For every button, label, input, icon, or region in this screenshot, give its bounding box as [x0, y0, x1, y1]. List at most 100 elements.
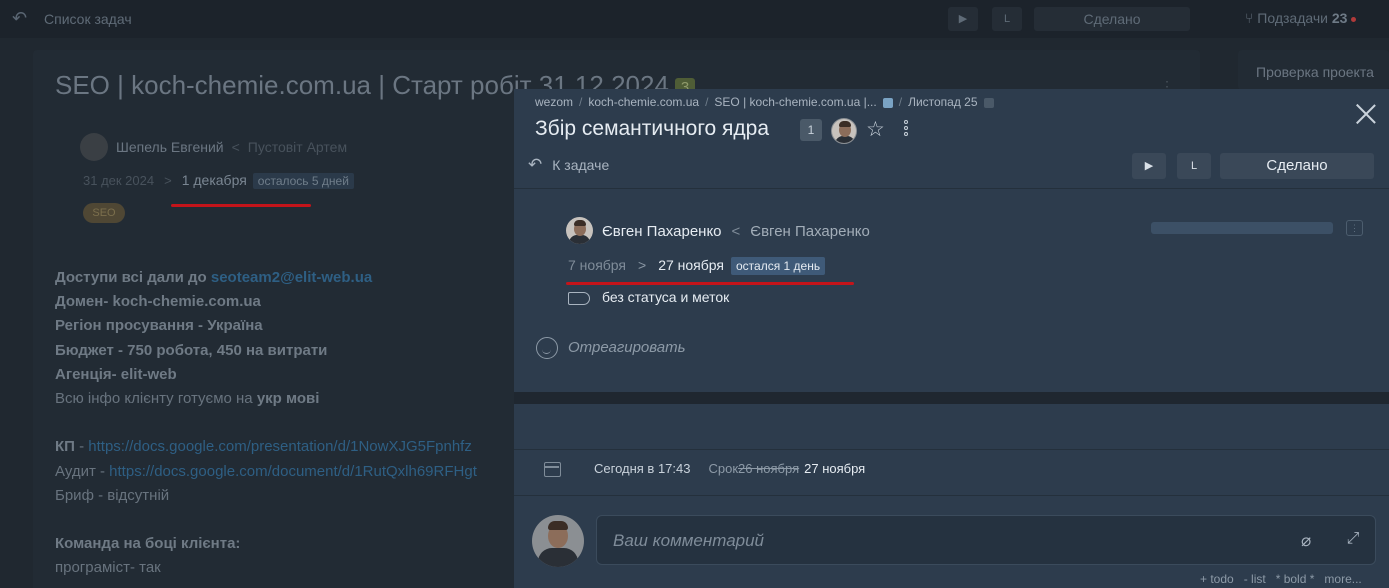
- breadcrumb-item[interactable]: SEO | koch-chemie.com.ua |...: [714, 95, 876, 109]
- due-date[interactable]: 27 ноября: [658, 257, 724, 273]
- progress-bar[interactable]: [1151, 222, 1333, 234]
- subtasks-count: 23: [1331, 10, 1348, 26]
- activity-log-entry: Сегодня в 17:43 Срок26 ноября 27 ноября: [544, 461, 866, 478]
- more-vertical-icon[interactable]: [903, 120, 909, 140]
- close-icon[interactable]: [1355, 103, 1377, 125]
- react-button[interactable]: Отреагировать: [536, 337, 686, 359]
- notification-dot: [1351, 16, 1357, 22]
- description-line: Бриф - відсутній: [55, 484, 515, 508]
- breadcrumb-item[interactable]: Листопад 25: [908, 95, 977, 109]
- task-description: Доступи всі дали до seoteam2@elit-web.ua…: [55, 266, 515, 580]
- description-line: Бюджет - 750 робота, 450 на витрати: [55, 339, 515, 363]
- breadcrumb-item[interactable]: koch-chemie.com.ua: [588, 95, 699, 109]
- collaborator-name[interactable]: Пустовіт Артем: [248, 139, 347, 155]
- assignee-avatar[interactable]: [831, 118, 857, 144]
- description-line: Всю інфо клієнту готуємо на укр мові: [55, 387, 515, 411]
- assignee-avatar[interactable]: [566, 217, 593, 244]
- breadcrumb: wezom / koch-chemie.com.ua / SEO | koch-chem…: [535, 95, 994, 109]
- description-text: укр мові: [256, 389, 320, 407]
- play-button[interactable]: ▶: [948, 7, 978, 31]
- start-date[interactable]: 31 дек 2024: [83, 173, 154, 188]
- current-user-avatar: [532, 515, 584, 567]
- owner-row: Шепель Евгений < Пустовіт Артем: [116, 139, 347, 155]
- description-link[interactable]: https://docs.google.com/document/d/1RutQ…: [109, 463, 477, 480]
- timer-button[interactable]: L: [1177, 153, 1211, 179]
- breadcrumb-item[interactable]: wezom: [535, 95, 573, 109]
- description-text: Регіон просування - Україна: [55, 317, 263, 335]
- remaining-badge: осталось 5 дней: [252, 173, 354, 189]
- log-old-date: 26 ноября: [738, 461, 800, 476]
- date-arrow: >: [638, 257, 647, 273]
- subtask-modal: wezom / koch-chemie.com.ua / SEO | koch-chem…: [514, 89, 1389, 588]
- description-text: Команда на боці клієнта:: [55, 535, 241, 553]
- description-text: Бриф - відсутній: [55, 486, 170, 504]
- modal-title[interactable]: Збір семантичного ядра: [535, 117, 769, 141]
- due-date[interactable]: 1 декабря: [182, 172, 247, 188]
- format-hint: * bold *: [1275, 572, 1315, 586]
- owner-name[interactable]: Шепель Евгений: [116, 139, 224, 155]
- description-text: Доступи всі дали до: [55, 269, 211, 286]
- start-date[interactable]: 7 ноября: [568, 257, 626, 273]
- description-text: КП: [55, 438, 75, 456]
- checklist-icon[interactable]: ⋮: [1346, 220, 1363, 236]
- comment-placeholder: Ваш комментарий: [613, 531, 765, 550]
- done-button[interactable]: Сделано: [1034, 7, 1190, 31]
- less-than-separator: <: [731, 223, 741, 240]
- log-label: Срок: [708, 461, 739, 476]
- description-text: Домен- koch-chemie.com.ua: [55, 293, 261, 311]
- section-divider: [514, 449, 1389, 450]
- task-list-link[interactable]: Список задач: [44, 11, 132, 27]
- color-square-icon: [983, 97, 994, 108]
- subtask-count-badge: 1: [800, 119, 822, 141]
- subtasks-link[interactable]: ⑂ Подзадачи 23: [1245, 10, 1357, 26]
- format-hint[interactable]: more...: [1324, 572, 1361, 586]
- description-link[interactable]: seoteam2@elit-web.ua: [211, 269, 372, 286]
- star-icon[interactable]: ☆: [866, 119, 885, 141]
- right-card-title: Проверка проекта: [1256, 64, 1374, 80]
- done-button[interactable]: Сделано: [1220, 153, 1374, 179]
- less-than-separator: <: [231, 139, 240, 155]
- timer-button[interactable]: L: [992, 7, 1022, 31]
- paperclip-icon[interactable]: ⌀: [1301, 531, 1311, 551]
- collaborator-name[interactable]: Євген Пахаренко: [750, 223, 870, 240]
- calendar-icon: [544, 462, 561, 478]
- description-line: [55, 508, 515, 532]
- status-row[interactable]: без статуса и меток: [568, 289, 729, 305]
- description-text: Агенція- elit-web: [55, 365, 177, 383]
- back-to-task-link[interactable]: ↶ К задаче: [528, 155, 609, 175]
- description-line: Агенція- elit-web: [55, 363, 515, 387]
- tag-icon: [568, 291, 590, 305]
- subtasks-label: Подзадачи: [1257, 10, 1328, 26]
- owner-avatar: [80, 133, 108, 161]
- back-to-task-label: К задаче: [552, 157, 610, 173]
- breadcrumb-separator: /: [579, 95, 583, 109]
- format-hint: + todo: [1200, 572, 1234, 586]
- smile-icon: [536, 337, 558, 359]
- description-line: [55, 411, 515, 435]
- description-text: Аудит -: [55, 462, 110, 480]
- description-line: КП - https://docs.google.com/presentatio…: [55, 435, 515, 459]
- description-line: Аудит - https://docs.google.com/document…: [55, 460, 515, 484]
- subtasks-icon: ⑂: [1245, 10, 1254, 26]
- play-button[interactable]: ▶: [1132, 153, 1166, 179]
- comment-input[interactable]: Ваш комментарий ⌀ ⤢: [596, 515, 1376, 565]
- back-arrow-icon[interactable]: ↶: [12, 9, 32, 27]
- expand-icon[interactable]: ⤢: [1343, 529, 1363, 549]
- color-square-icon: [882, 97, 893, 108]
- react-label: Отреагировать: [568, 338, 686, 356]
- assignee-name[interactable]: Євген Пахаренко: [602, 223, 722, 240]
- red-underline-annotation: [566, 282, 854, 285]
- description-link[interactable]: https://docs.google.com/presentation/d/1…: [88, 438, 472, 455]
- section-divider: [514, 392, 1389, 404]
- modal-header: wezom / koch-chemie.com.ua / SEO | koch-chem…: [514, 89, 1389, 189]
- section-divider: [514, 495, 1389, 496]
- description-line: Домен- koch-chemie.com.ua: [55, 290, 515, 314]
- dates-row: 7 ноября >27 ноября остался 1 день: [568, 257, 826, 275]
- seo-tag[interactable]: SEO: [83, 203, 125, 223]
- log-time: Сегодня в 17:43: [594, 461, 691, 476]
- breadcrumb-separator: /: [705, 95, 709, 109]
- description-line: Доступи всі дали до seoteam2@elit-web.ua: [55, 266, 515, 290]
- log-new-date: 27 ноября: [804, 461, 866, 476]
- description-line: програміст- так: [55, 556, 515, 580]
- right-card[interactable]: Проверка проекта: [1238, 50, 1389, 90]
